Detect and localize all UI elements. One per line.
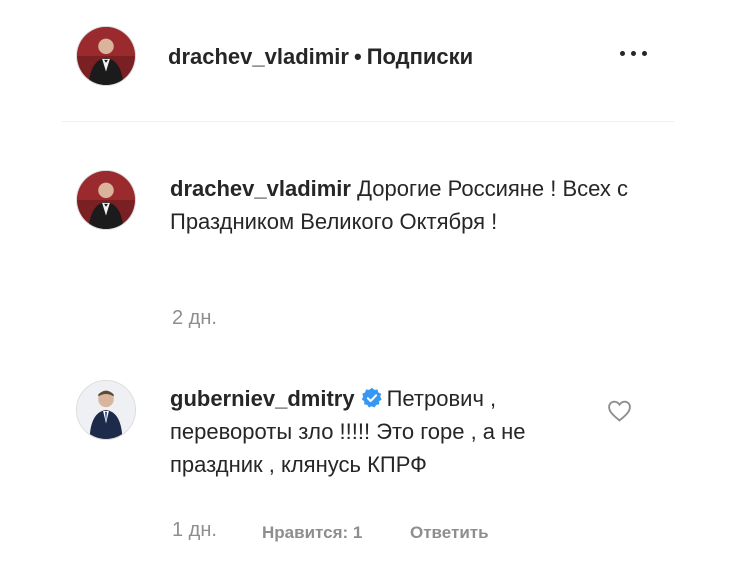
- more-dot: [631, 51, 636, 56]
- likes-count-button[interactable]: Нравится: 1: [262, 521, 362, 545]
- profile-photo-icon: [77, 381, 135, 439]
- profile-photo-icon: [77, 27, 135, 85]
- comment-username[interactable]: drachev_vladimir: [170, 176, 351, 201]
- avatar[interactable]: [76, 380, 136, 440]
- comment-timestamp: 1 дн.: [172, 519, 217, 541]
- like-heart-icon[interactable]: [607, 399, 632, 422]
- separator-dot: •: [353, 44, 362, 69]
- post-header: drachev_vladimir • Подписки: [168, 43, 473, 71]
- comment-meta: 1 дн. Нравится: 1 Ответить: [172, 518, 489, 542]
- avatar[interactable]: [76, 170, 136, 230]
- caption-comment: drachev_vladimir Дорогие Россияне ! Всех…: [170, 172, 640, 238]
- comment-username[interactable]: guberniev_dmitry: [170, 386, 355, 411]
- more-options-icon[interactable]: [616, 40, 652, 64]
- reply-comment: guberniev_dmitry Петрович , перевороты з…: [170, 382, 590, 481]
- divider: [62, 121, 674, 122]
- profile-photo-icon: [77, 171, 135, 229]
- avatar[interactable]: [76, 26, 136, 86]
- more-dot: [642, 51, 647, 56]
- instagram-comments-panel: drachev_vladimir • Подписки drachev_vladim…: [0, 0, 730, 579]
- header-username[interactable]: drachev_vladimir: [168, 44, 349, 69]
- verified-badge-icon: [361, 387, 382, 408]
- reply-button[interactable]: Ответить: [410, 521, 489, 545]
- comment-timestamp: 2 дн.: [172, 307, 217, 329]
- following-button[interactable]: Подписки: [367, 44, 474, 69]
- more-dot: [620, 51, 625, 56]
